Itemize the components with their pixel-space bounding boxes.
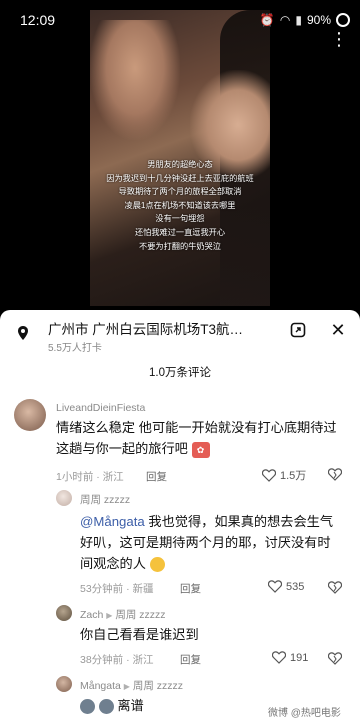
face-emoji-icon: [98, 699, 114, 715]
wifi-icon: ◠: [279, 13, 291, 27]
like-count: 191: [290, 651, 309, 664]
heart-icon: [262, 468, 276, 482]
comment-text-line: 情绪这么稳定 他可能一开始就没有打心底期待过: [56, 420, 337, 435]
reply-arrow-icon: ▶: [106, 611, 113, 620]
avatar[interactable]: [56, 605, 72, 621]
comment-sheet: 广州市 广州白云国际机场T3航… 5.5万人打卡 ✕ 1.0万条评论 Livea…: [0, 310, 360, 720]
caption-line: 还怕我难过一直逗我开心: [134, 227, 226, 237]
caption-line: 凌晨1点在机场不知道该去哪里: [124, 200, 236, 210]
comment-username[interactable]: LiveandDieinFiesta: [56, 402, 145, 414]
mention-link[interactable]: @Mångata: [80, 514, 145, 529]
caption-line: 不要为打翻的牛奶哭泣: [139, 241, 221, 251]
like-button[interactable]: 191: [272, 651, 308, 664]
like-count: 535: [286, 580, 305, 593]
heart-icon: [268, 580, 282, 593]
status-bar: 12:09 ⏰ ◠ ▮ 90%: [0, 0, 360, 40]
caption-line: 导致期待了两个月的旅程全部取消: [118, 187, 242, 197]
close-icon[interactable]: ✕: [328, 320, 348, 340]
comment-count: 1.0万条评论: [149, 367, 211, 379]
caption-line: 男朋友的超绝心态: [147, 160, 213, 169]
dislike-icon[interactable]: [328, 581, 342, 595]
sticker-icon: ✿: [191, 441, 210, 458]
caption-line: 因为我迟到十几分钟没赶上去亚庇的航班: [106, 173, 254, 183]
comment-text-line: 这趟与你一起的旅行吧 ✿: [56, 438, 356, 459]
comment-meta: 38分钟前 · 浙江: [80, 654, 154, 666]
status-time: 12:09: [20, 12, 56, 28]
comment-username[interactable]: 周周 zzzzz: [80, 492, 130, 507]
comment-meta: 1小时前 · 浙江: [56, 471, 124, 483]
avatar[interactable]: [56, 676, 72, 692]
like-count: 1.5万: [280, 470, 307, 482]
status-icons: ⏰ ◠ ▮ 90%: [260, 13, 350, 27]
comment-username[interactable]: Zach ▶ 周周 zzzzz: [80, 607, 166, 622]
comment-text: @Mångata 我也觉得，如果真的想去会生气 好叭，这可是期待两个月的耶，讨厌…: [80, 511, 356, 574]
like-button[interactable]: 1.5万: [262, 467, 306, 483]
avatar[interactable]: [14, 399, 46, 431]
reply-button[interactable]: 回复: [146, 469, 167, 484]
location-bar[interactable]: 广州市 广州白云国际机场T3航… 5.5万人打卡 ✕: [0, 310, 360, 358]
comment-text-line: 好叭，这可是期待两个月的耶，讨厌没有时: [80, 535, 331, 550]
smile-emoji-icon: [149, 557, 165, 573]
watermark: 微博 @热吧电影: [268, 708, 341, 719]
dislike-icon[interactable]: [328, 652, 342, 666]
battery-text: 90%: [306, 13, 331, 27]
comment-text-line: 间观念的人: [80, 553, 356, 574]
caption-line: 没有一句埋怨: [155, 214, 205, 224]
reply-button[interactable]: 回复: [180, 581, 201, 596]
reply-arrow-icon: ▶: [123, 682, 130, 691]
dislike-icon[interactable]: [328, 468, 342, 482]
video-caption: 男朋友的超绝心态 因为我迟到十几分钟没赶上去亚庇的航班 导致期待了两个月的旅程全…: [90, 158, 270, 253]
location-pin-icon: [18, 326, 28, 340]
avatar[interactable]: [56, 490, 72, 506]
comment-meta: 53分钟前 · 新疆: [80, 583, 154, 595]
location-title: 广州市 广州白云国际机场T3航…: [48, 322, 244, 337]
comment-text: 情绪这么稳定 他可能一开始就没有打心底期待过 这趟与你一起的旅行吧 ✿: [56, 417, 356, 459]
alarm-icon: ⏰: [259, 13, 275, 27]
comment-username[interactable]: Mångata ▶ 周周 zzzzz: [80, 678, 183, 693]
location-checkins: 5.5万人打卡: [48, 343, 102, 354]
heart-icon: [272, 651, 286, 664]
battery-icon: [336, 13, 350, 27]
reply-button[interactable]: 回复: [180, 652, 201, 667]
comment-text: 你自己看看是谁迟到: [80, 627, 199, 642]
expand-icon[interactable]: [290, 322, 306, 338]
face-emoji-icon: [80, 699, 95, 715]
signal-icon: ▮: [295, 13, 302, 27]
video-player[interactable]: ⋮ 男朋友的超绝心态 因为我迟到十几分钟没赶上去亚庇的航班 导致期待了两个月的旅…: [0, 0, 360, 310]
comment-text-line: @Mångata 我也觉得，如果真的想去会生气: [80, 514, 334, 529]
like-button[interactable]: 535: [268, 580, 304, 593]
